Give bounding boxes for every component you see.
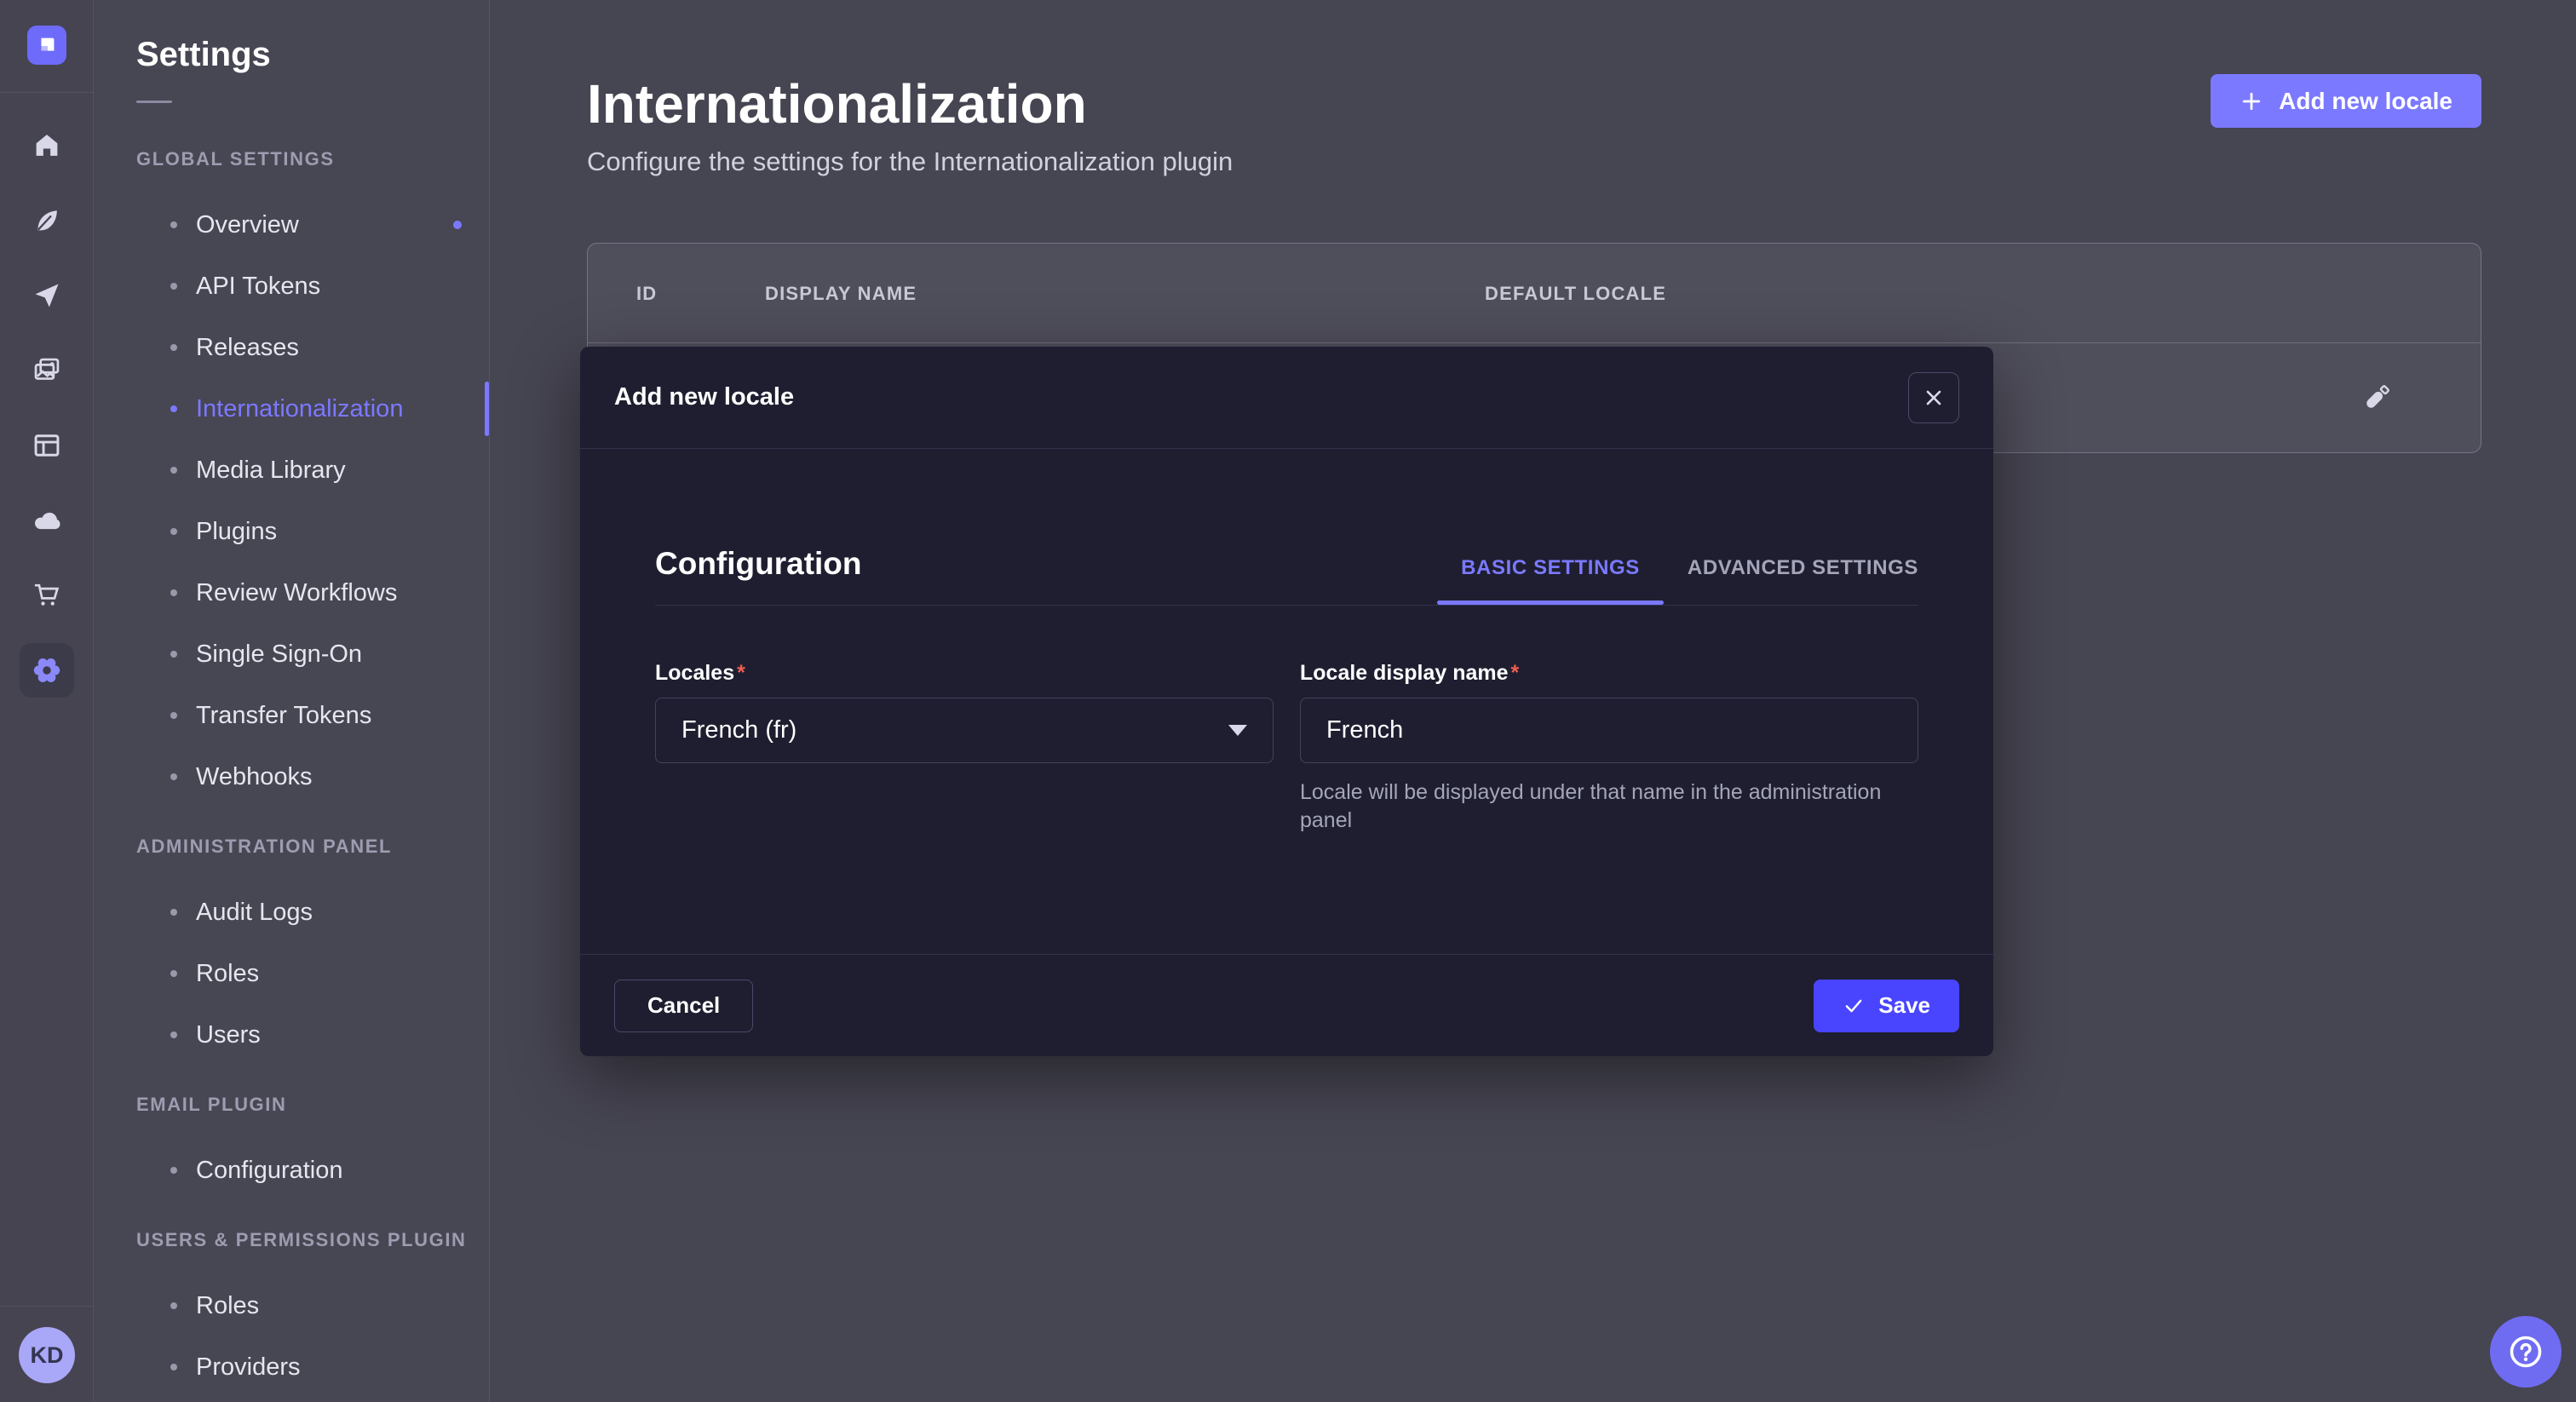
bullet-icon bbox=[170, 344, 177, 351]
sidebar-item-api-tokens[interactable]: API Tokens bbox=[94, 256, 489, 317]
display-name-value: French bbox=[1326, 716, 1403, 744]
notification-dot bbox=[453, 221, 462, 229]
locale-form: Locales* French (fr) Locale display name… bbox=[655, 660, 1918, 835]
add-new-locale-button[interactable]: Add new locale bbox=[2211, 74, 2481, 128]
sidebar-item-admin-roles[interactable]: Roles bbox=[94, 943, 489, 1004]
main-nav-rail: KD bbox=[0, 0, 94, 1402]
edit-locale-button[interactable] bbox=[2355, 376, 2399, 420]
media-library-icon[interactable] bbox=[9, 333, 84, 408]
sidebar-item-up-roles[interactable]: Roles bbox=[94, 1275, 489, 1336]
active-item-indicator bbox=[485, 382, 489, 436]
pencil-icon bbox=[2359, 380, 2395, 416]
modal-title: Add new locale bbox=[614, 383, 794, 411]
sidebar-item-review-workflows[interactable]: Review Workflows bbox=[94, 562, 489, 623]
modal-body: Configuration BASIC SETTINGS ADVANCED SE… bbox=[580, 545, 1993, 835]
settings-gear-icon bbox=[20, 643, 74, 698]
section-header-administration-panel: ADMINISTRATION PANEL bbox=[136, 835, 489, 858]
settings-sidebar: Settings GLOBAL SETTINGS Overview API To… bbox=[94, 0, 490, 1402]
strapi-logo[interactable] bbox=[27, 26, 66, 65]
locales-label: Locales* bbox=[655, 660, 1274, 686]
configuration-section-header: Configuration BASIC SETTINGS ADVANCED SE… bbox=[655, 545, 1918, 606]
bullet-icon bbox=[170, 773, 177, 780]
settings-rail-item[interactable] bbox=[9, 633, 84, 708]
section-header-global-settings: GLOBAL SETTINGS bbox=[136, 147, 489, 170]
bullet-icon bbox=[170, 405, 177, 412]
sidebar-title: Settings bbox=[136, 34, 489, 75]
close-icon bbox=[1921, 385, 1946, 411]
locales-field-group: Locales* French (fr) bbox=[655, 660, 1274, 835]
required-asterisk: * bbox=[737, 661, 745, 685]
sidebar-item-internationalization[interactable]: Internationalization bbox=[94, 378, 489, 440]
cart-icon[interactable] bbox=[9, 558, 84, 633]
home-icon[interactable] bbox=[9, 108, 84, 183]
bullet-icon bbox=[170, 528, 177, 535]
display-name-field-group: Locale display name* French Locale will … bbox=[1300, 660, 1918, 835]
bullet-icon bbox=[170, 467, 177, 474]
sidebar-item-up-providers[interactable]: Providers bbox=[94, 1336, 489, 1398]
rail-divider-bottom bbox=[0, 1306, 94, 1307]
question-mark-icon bbox=[2507, 1333, 2544, 1370]
tab-advanced-settings[interactable]: ADVANCED SETTINGS bbox=[1688, 556, 1918, 580]
tab-basic-settings[interactable]: BASIC SETTINGS bbox=[1461, 556, 1640, 580]
modal-close-button[interactable] bbox=[1908, 372, 1959, 423]
bullet-icon bbox=[170, 221, 177, 228]
modal-footer: Cancel Save bbox=[580, 954, 1993, 1056]
sidebar-item-email-configuration[interactable]: Configuration bbox=[94, 1140, 489, 1201]
feather-icon[interactable] bbox=[9, 183, 84, 258]
sidebar-item-webhooks[interactable]: Webhooks bbox=[94, 746, 489, 807]
bullet-icon bbox=[170, 651, 177, 658]
help-button[interactable] bbox=[2490, 1316, 2562, 1388]
bullet-icon bbox=[170, 970, 177, 977]
table-header-row: ID DISPLAY NAME DEFAULT LOCALE bbox=[588, 244, 2481, 343]
configuration-title: Configuration bbox=[655, 545, 862, 583]
sidebar-item-media-library[interactable]: Media Library bbox=[94, 440, 489, 501]
sidebar-item-overview[interactable]: Overview bbox=[94, 194, 489, 256]
bullet-icon bbox=[170, 909, 177, 916]
sidebar-title-underline bbox=[136, 101, 172, 103]
bullet-icon bbox=[170, 1302, 177, 1309]
chevron-down-icon bbox=[1228, 725, 1247, 736]
column-header-default-locale: DEFAULT LOCALE bbox=[1485, 244, 1666, 343]
add-new-locale-modal: Add new locale Configuration BASIC SETTI… bbox=[580, 347, 1993, 1056]
check-icon bbox=[1843, 995, 1865, 1017]
save-button[interactable]: Save bbox=[1814, 980, 1959, 1032]
user-avatar[interactable]: KD bbox=[19, 1327, 75, 1383]
bullet-icon bbox=[170, 1031, 177, 1038]
paper-plane-icon[interactable] bbox=[9, 258, 84, 333]
sidebar-item-releases[interactable]: Releases bbox=[94, 317, 489, 378]
locales-select-value: French (fr) bbox=[681, 716, 796, 744]
sidebar-item-transfer-tokens[interactable]: Transfer Tokens bbox=[94, 685, 489, 746]
required-asterisk: * bbox=[1511, 661, 1520, 685]
locales-select[interactable]: French (fr) bbox=[655, 698, 1274, 763]
page-title: Internationalization bbox=[587, 73, 1087, 135]
settings-tabs: BASIC SETTINGS ADVANCED SETTINGS bbox=[1461, 556, 1918, 580]
bullet-icon bbox=[170, 712, 177, 719]
sidebar-item-single-sign-on[interactable]: Single Sign-On bbox=[94, 623, 489, 685]
bullet-icon bbox=[170, 1167, 177, 1174]
plus-icon bbox=[2240, 89, 2263, 113]
display-name-label: Locale display name* bbox=[1300, 660, 1918, 686]
section-header-email-plugin: EMAIL PLUGIN bbox=[136, 1093, 489, 1116]
bullet-icon bbox=[170, 1364, 177, 1370]
sidebar-item-audit-logs[interactable]: Audit Logs bbox=[94, 882, 489, 943]
sidebar-item-admin-users[interactable]: Users bbox=[94, 1004, 489, 1066]
page-subtitle: Configure the settings for the Internati… bbox=[587, 147, 1233, 177]
column-header-id: ID bbox=[636, 244, 657, 343]
display-name-hint: Locale will be displayed under that name… bbox=[1300, 779, 1888, 835]
column-header-display-name: DISPLAY NAME bbox=[765, 244, 917, 343]
layout-icon[interactable] bbox=[9, 408, 84, 483]
section-header-users-permissions-plugin: USERS & PERMISSIONS PLUGIN bbox=[136, 1228, 489, 1251]
bullet-icon bbox=[170, 283, 177, 290]
cancel-button[interactable]: Cancel bbox=[614, 980, 753, 1032]
rail-divider bbox=[0, 92, 94, 93]
sidebar-item-plugins[interactable]: Plugins bbox=[94, 501, 489, 562]
bullet-icon bbox=[170, 589, 177, 596]
display-name-input[interactable]: French bbox=[1300, 698, 1918, 763]
modal-header: Add new locale bbox=[580, 347, 1993, 449]
cloud-icon[interactable] bbox=[9, 483, 84, 558]
